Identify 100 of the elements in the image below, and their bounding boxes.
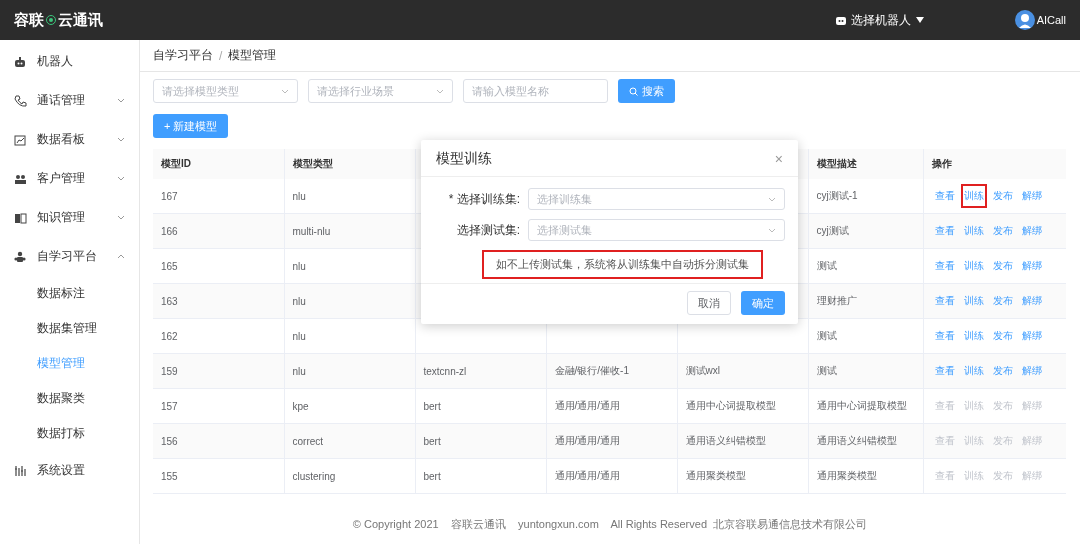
- robot-icon: [834, 14, 847, 26]
- column-header: 模型描述: [808, 149, 923, 179]
- team-icon: [14, 250, 27, 263]
- select-field[interactable]: 选择训练集: [528, 188, 785, 210]
- table-cell: nlu: [284, 283, 415, 319]
- action-link[interactable]: 发布: [989, 219, 1016, 243]
- sidebar-subitem[interactable]: 数据聚类: [0, 381, 139, 416]
- sidebar-item[interactable]: 知识管理: [0, 198, 139, 237]
- action-link[interactable]: 查看: [931, 254, 958, 278]
- sidebar-item[interactable]: 数据看板: [0, 120, 139, 159]
- action-link[interactable]: 发布: [989, 324, 1016, 348]
- action-link[interactable]: 解绑: [1018, 254, 1045, 278]
- sidebar-subitem[interactable]: 模型管理: [0, 346, 139, 381]
- logo-text: 云通讯: [58, 10, 103, 30]
- confirm-button[interactable]: 确定: [741, 291, 785, 315]
- robot-selector[interactable]: 选择机器人: [834, 11, 925, 29]
- column-header: 模型ID: [153, 149, 284, 179]
- action-link[interactable]: 查看: [931, 324, 958, 348]
- breadcrumb-separator: /: [219, 48, 223, 63]
- action-link[interactable]: 发布: [989, 184, 1016, 208]
- table-cell: nlu: [284, 353, 415, 389]
- table-cell: cyj测试-1: [808, 179, 923, 214]
- table-cell: 金融/银行/催收-1: [546, 353, 677, 389]
- user-name: AICall: [1036, 14, 1066, 26]
- action-link[interactable]: 查看: [931, 219, 958, 243]
- sidebar-item[interactable]: 系统设置: [0, 451, 139, 490]
- table-cell: 测试wxl: [677, 353, 808, 389]
- settings-icon: [14, 464, 27, 477]
- action-link[interactable]: 发布: [989, 289, 1016, 313]
- action-link[interactable]: 训练: [960, 359, 987, 383]
- table-cell: multi-nlu: [284, 213, 415, 249]
- action-link[interactable]: 查看: [931, 394, 958, 418]
- column-header: 操作: [923, 149, 1066, 179]
- action-link[interactable]: 查看: [931, 359, 958, 383]
- chevron-up-icon: [117, 253, 125, 260]
- action-link[interactable]: 解绑: [1018, 289, 1045, 313]
- select-field[interactable]: 请选择模型类型: [153, 79, 298, 103]
- action-link[interactable]: 解绑: [1018, 184, 1045, 208]
- new-model-button[interactable]: + 新建模型: [153, 114, 229, 138]
- action-link[interactable]: 查看: [931, 184, 958, 208]
- chevron-down-icon: [117, 214, 125, 221]
- table-cell: 156: [153, 423, 284, 459]
- chevron-down-icon: [117, 136, 125, 143]
- select-field[interactable]: 选择测试集: [528, 219, 785, 241]
- sidebar-subitem[interactable]: 数据打标: [0, 416, 139, 451]
- cancel-button[interactable]: 取消: [687, 291, 731, 315]
- table-cell: 通用中心词提取模型: [677, 388, 808, 424]
- action-link[interactable]: 发布: [989, 394, 1016, 418]
- action-link[interactable]: 训练: [960, 289, 987, 313]
- chevron-down-icon: [436, 88, 444, 95]
- table-cell: 通用语义纠错模型: [808, 423, 923, 459]
- sidebar-item[interactable]: 自学习平台: [0, 237, 139, 276]
- table-cell: 通用聚类模型: [677, 458, 808, 494]
- table-cell: 测试: [808, 353, 923, 389]
- sidebar-item[interactable]: 机器人: [0, 42, 139, 81]
- breadcrumb-item[interactable]: 自学习平台: [153, 47, 213, 64]
- table-cell: 159: [153, 353, 284, 389]
- table-cell: cyj测试: [808, 213, 923, 249]
- field-label: 选择测试集:: [455, 221, 520, 239]
- search-field[interactable]: 请输入模型名称: [463, 79, 608, 103]
- chevron-down-icon: [768, 196, 776, 203]
- action-link[interactable]: 训练: [960, 184, 987, 208]
- action-link[interactable]: 训练: [960, 324, 987, 348]
- action-link[interactable]: 解绑: [1018, 219, 1045, 243]
- action-link[interactable]: 发布: [989, 464, 1016, 488]
- action-link[interactable]: 训练: [960, 219, 987, 243]
- sidebar-item[interactable]: 客户管理: [0, 159, 139, 198]
- action-link[interactable]: 查看: [931, 289, 958, 313]
- avatar-icon[interactable]: [1014, 10, 1035, 30]
- action-link[interactable]: 发布: [989, 254, 1016, 278]
- chart-icon: [14, 133, 27, 146]
- robot-icon: [14, 55, 27, 68]
- table-cell: 测试: [808, 318, 923, 354]
- table-cell: textcnn-zl: [415, 353, 546, 389]
- action-link[interactable]: 查看: [931, 464, 958, 488]
- book-icon: [14, 211, 27, 224]
- table-cell: 163: [153, 283, 284, 319]
- action-link[interactable]: 发布: [989, 359, 1016, 383]
- table-cell: 165: [153, 248, 284, 284]
- sidebar-subitem[interactable]: 数据集管理: [0, 311, 139, 346]
- logo-text: 容联: [14, 10, 44, 30]
- field-label: * 选择训练集:: [447, 190, 520, 208]
- table-cell: 通用/通用/通用: [546, 423, 677, 459]
- action-link[interactable]: 训练: [960, 254, 987, 278]
- sidebar-item[interactable]: 通话管理: [0, 81, 139, 120]
- search-icon: [629, 86, 638, 96]
- table-cell: 通用/通用/通用: [546, 388, 677, 424]
- select-field[interactable]: 请选择行业场景: [308, 79, 453, 103]
- table-cell: 理财推广: [808, 283, 923, 319]
- action-link[interactable]: 解绑: [1018, 359, 1045, 383]
- table-cell: correct: [284, 423, 415, 459]
- table-cell: 167: [153, 179, 284, 214]
- search-button[interactable]: 搜索: [618, 79, 675, 103]
- action-link[interactable]: 解绑: [1018, 324, 1045, 348]
- table-cell: 通用语义纠错模型: [677, 423, 808, 459]
- hint-text: 如不上传测试集，系统将从训练集中自动拆分测试集: [482, 250, 763, 279]
- table-cell: 155: [153, 458, 284, 494]
- sidebar-subitem[interactable]: 数据标注: [0, 276, 139, 311]
- table-cell: 162: [153, 318, 284, 354]
- close-button[interactable]: ×: [774, 151, 783, 167]
